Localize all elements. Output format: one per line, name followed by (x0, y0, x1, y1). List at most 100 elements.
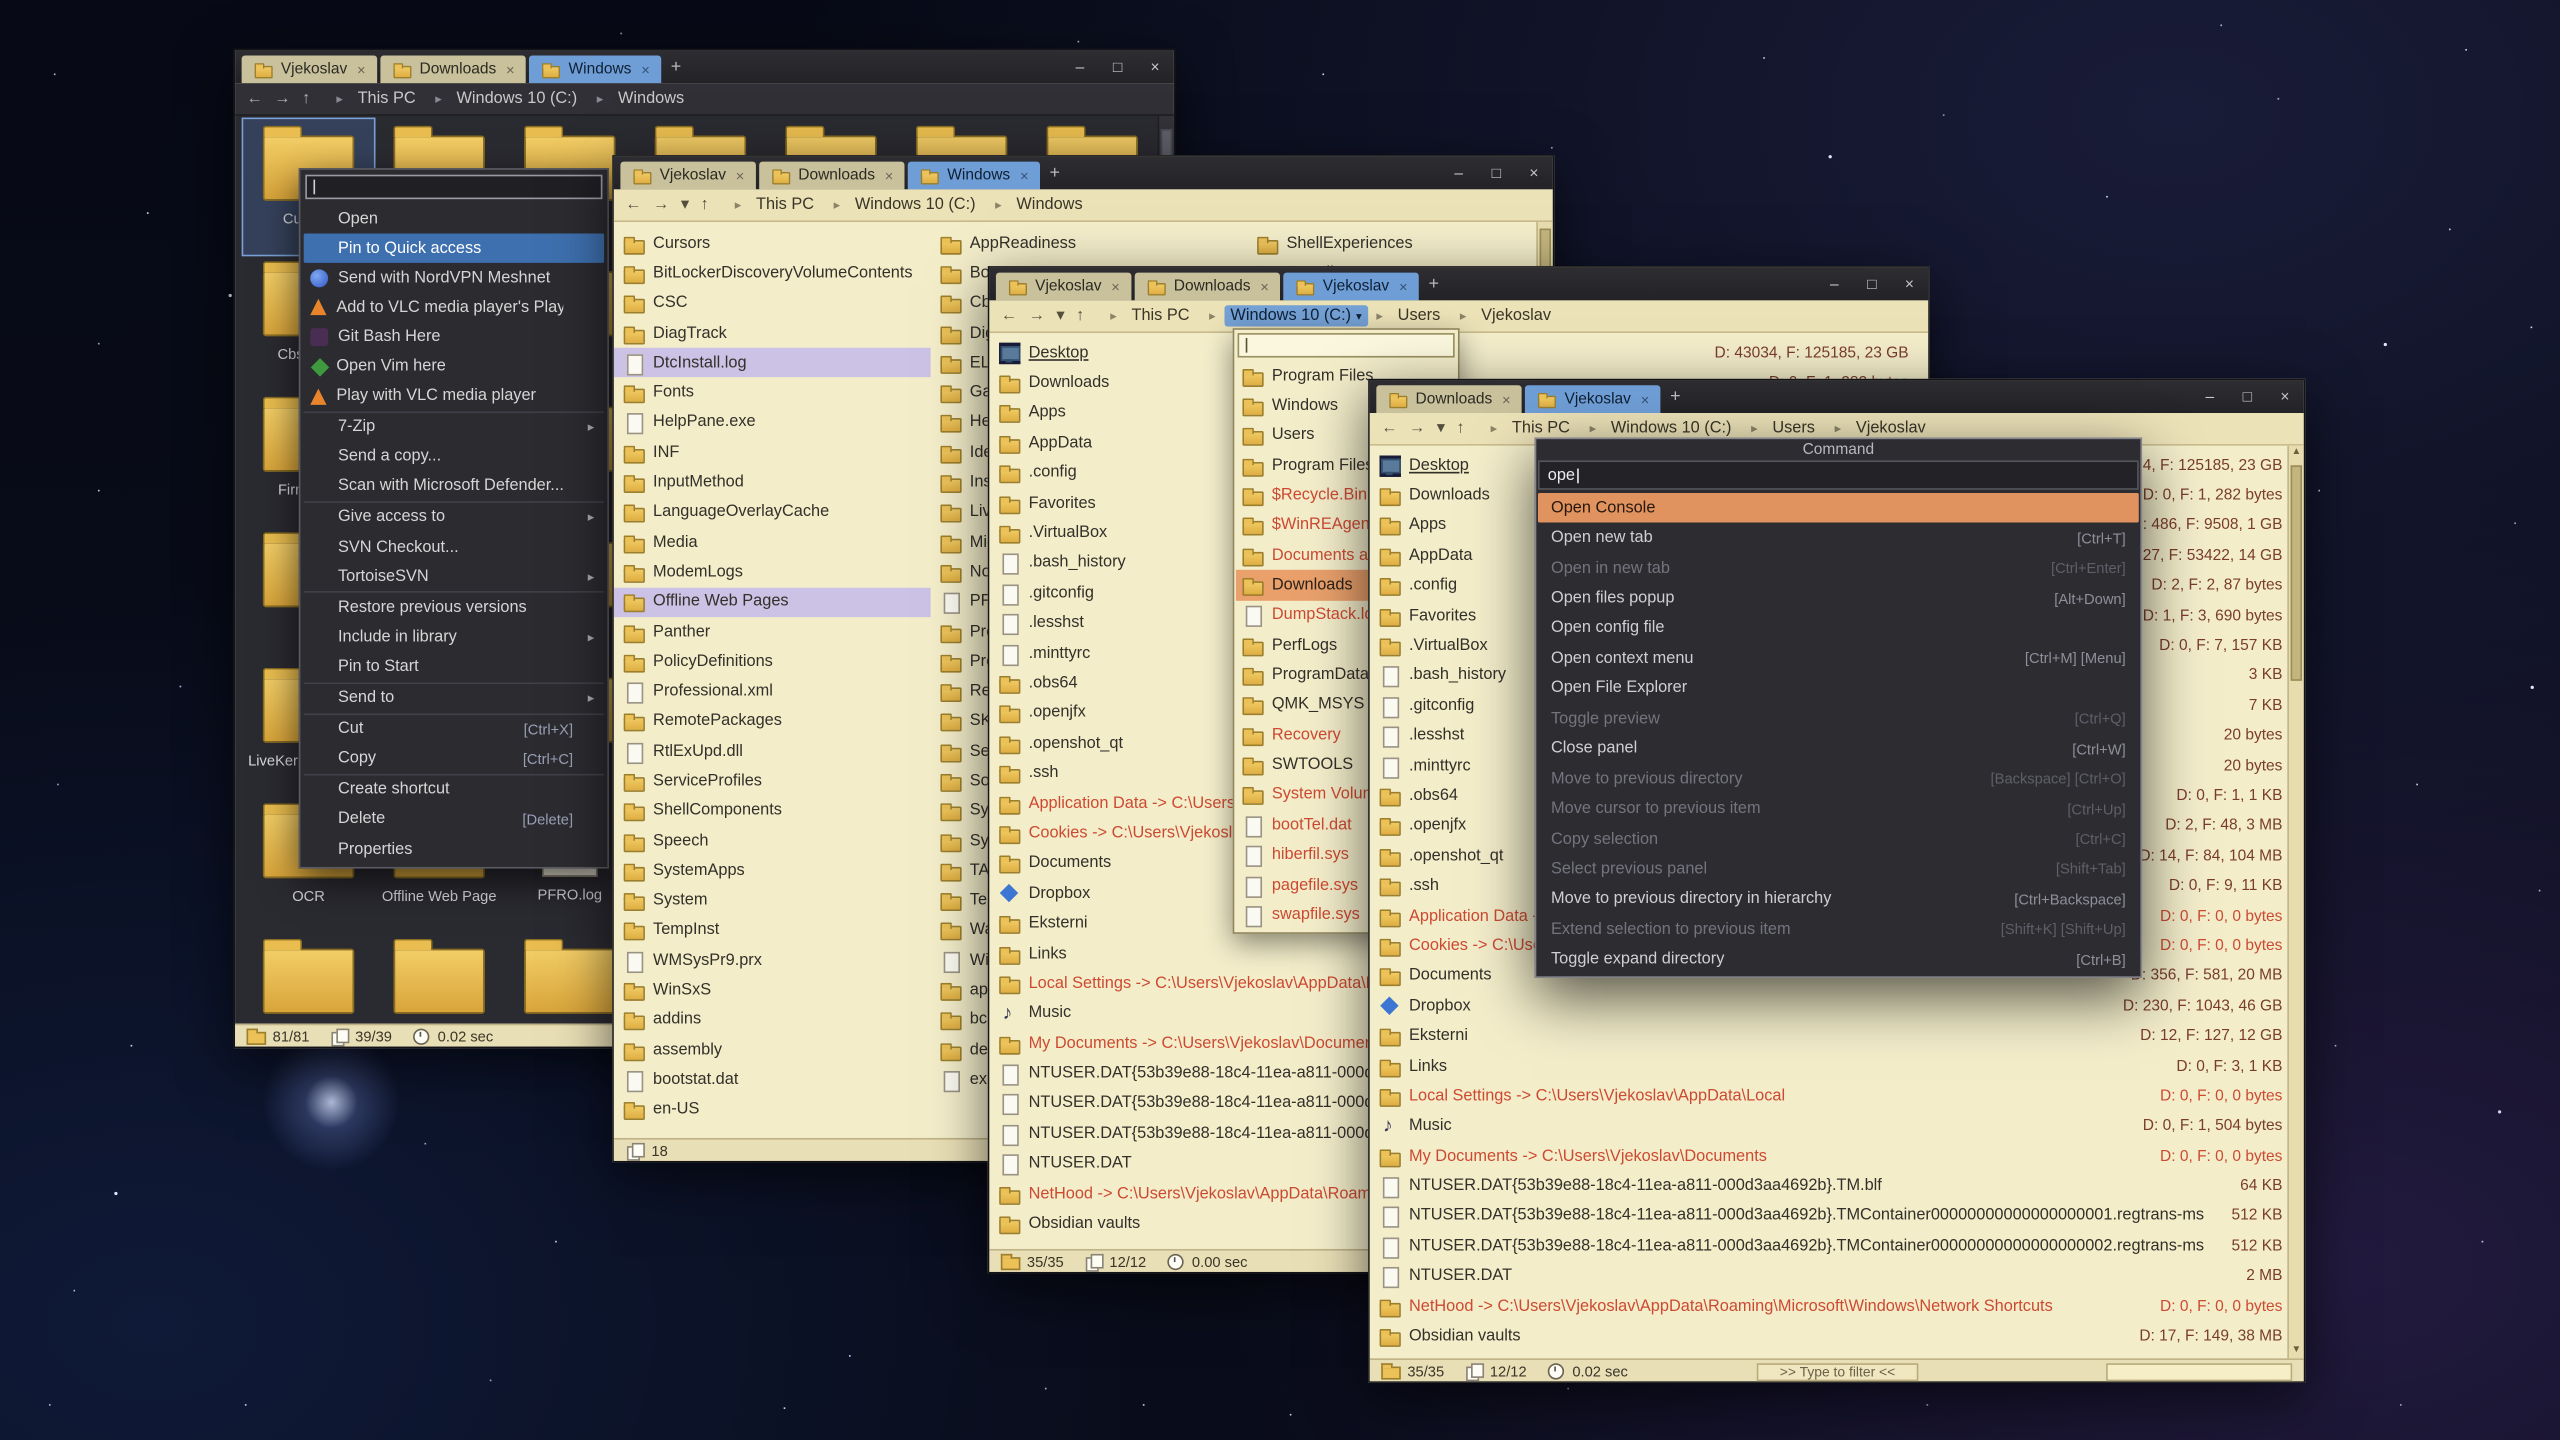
file-row[interactable]: DropboxD: 230, F: 1043, 46 GB (1370, 991, 2304, 1021)
palette-item[interactable]: Toggle expand directory[Ctrl+B] (1538, 945, 2139, 975)
file-row[interactable]: RtlExUpd.dll (614, 736, 931, 766)
menu-item[interactable]: Scan with Microsoft Defender... (304, 472, 604, 502)
menu-item[interactable]: Pin to Quick access (304, 234, 604, 264)
tab-close-icon[interactable]: × (506, 61, 515, 77)
history-icon[interactable]: ▾ (681, 196, 689, 214)
palette-item[interactable]: Open files popup[Alt+Down] (1538, 583, 2139, 613)
maximize-button[interactable]: □ (1478, 157, 1516, 190)
palette-item[interactable]: Select previous panel[Shift+Tab] (1538, 854, 2139, 884)
palette-search-input[interactable]: ope (1538, 460, 2139, 489)
back-icon[interactable]: ← (247, 90, 263, 108)
tab-close-icon[interactable]: × (1502, 391, 1511, 407)
file-row[interactable]: HelpPane.exe (614, 408, 931, 438)
menu-item[interactable]: Restore previous versions (304, 591, 604, 622)
context-menu-filter-input[interactable] (305, 175, 602, 199)
file-row[interactable]: ShellComponents (614, 796, 931, 826)
menu-item[interactable]: Add to VLC media player's Playlist (304, 293, 604, 323)
tab-close-icon[interactable]: × (1020, 167, 1029, 183)
tab[interactable]: Vjekoslav× (1284, 273, 1419, 301)
close-button[interactable]: × (1891, 268, 1929, 301)
tab[interactable]: Downloads× (1376, 385, 1522, 413)
menu-item[interactable]: Copy[Ctrl+C] (304, 744, 604, 774)
menu-item[interactable]: Send a copy... (304, 442, 604, 472)
tab-close-icon[interactable]: × (1641, 391, 1650, 407)
history-icon[interactable]: ▾ (1056, 307, 1064, 325)
file-row[interactable]: WMSysPr9.prx (614, 946, 931, 976)
minimize-button[interactable]: – (1061, 51, 1099, 84)
title-bar[interactable]: Vjekoslav×Downloads×Windows× + – □ × (235, 51, 1174, 84)
file-row[interactable]: Offline Web Pages (614, 587, 931, 617)
menu-item[interactable]: Pin to Start (304, 652, 604, 682)
title-bar[interactable]: Downloads×Vjekoslav× + – □ × (1370, 380, 2304, 413)
file-row[interactable]: assembly (614, 1035, 931, 1065)
palette-item[interactable]: Extend selection to previous item[Shift+… (1538, 914, 2139, 944)
menu-item[interactable]: Create shortcut (304, 774, 604, 805)
file-row[interactable]: BitLockerDiscoveryVolumeContents (614, 258, 931, 288)
back-icon[interactable]: ← (625, 196, 641, 214)
file-row[interactable]: EksterniD: 12, F: 127, 12 GB (1370, 1021, 2304, 1051)
menu-item[interactable]: Send with NordVPN Meshnet (304, 263, 604, 293)
title-bar[interactable]: Vjekoslav×Downloads×Vjekoslav× + – □ × (989, 268, 1928, 301)
popup-filter-input[interactable] (1238, 333, 1455, 357)
palette-item[interactable]: Move cursor to previous item[Ctrl+Up] (1538, 794, 2139, 824)
tab[interactable]: Downloads× (759, 162, 905, 190)
file-row[interactable]: NetHood -> C:\Users\Vjekoslav\AppData\Ro… (1370, 1291, 2304, 1321)
scroll-down-icon[interactable]: ▼ (2289, 1344, 2304, 1359)
menu-item[interactable]: Open (304, 204, 604, 234)
breadcrumb-item[interactable]: Vjekoslav (1475, 305, 1563, 326)
tab[interactable]: Vjekoslav× (242, 56, 377, 84)
tab-close-icon[interactable]: × (1111, 278, 1120, 294)
breadcrumb-item[interactable]: Users (1766, 418, 1827, 439)
file-row[interactable]: MusicD: 0, F: 1, 504 bytes (1370, 1111, 2304, 1141)
breadcrumb-item[interactable]: Windows 10 (C:) (450, 88, 589, 109)
palette-item[interactable]: Toggle preview[Ctrl+Q] (1538, 704, 2139, 734)
close-button[interactable]: × (1136, 51, 1174, 84)
palette-item[interactable]: Open in new tab[Ctrl+Enter] (1538, 553, 2139, 583)
file-row[interactable]: Local Settings -> C:\Users\Vjekoslav\App… (1370, 1081, 2304, 1111)
breadcrumb-item[interactable]: Windows 10 (C:)▾ (1224, 305, 1368, 326)
forward-icon[interactable]: → (653, 196, 669, 214)
up-icon[interactable]: ↑ (1076, 307, 1084, 325)
palette-item[interactable]: Move to previous directory in hierarchy[… (1538, 884, 2139, 914)
file-row[interactable]: Professional.xml (614, 677, 931, 707)
scrollbar[interactable]: ▲ ▼ (2287, 446, 2303, 1359)
maximize-button[interactable]: □ (2229, 380, 2267, 413)
maximize-button[interactable]: □ (1099, 51, 1137, 84)
breadcrumb-item[interactable]: This PC (351, 88, 427, 109)
file-row[interactable]: INF (614, 438, 931, 468)
up-icon[interactable]: ↑ (302, 90, 310, 108)
menu-item[interactable]: Send to▸ (304, 682, 604, 713)
tab[interactable]: Downloads× (1135, 273, 1281, 301)
file-row[interactable]: ShellExperiences (1247, 229, 1552, 259)
file-row[interactable]: My Documents -> C:\Users\Vjekoslav\Docum… (1370, 1141, 2304, 1171)
title-bar[interactable]: Vjekoslav×Downloads×Windows× + – □ × (614, 157, 1553, 190)
palette-item[interactable]: Move to previous directory[Backspace] [C… (1538, 764, 2139, 794)
file-row[interactable]: NTUSER.DAT2 MB (1370, 1261, 2304, 1291)
palette-item[interactable]: Open new tab[Ctrl+T] (1538, 523, 2139, 553)
file-row[interactable]: Fonts (614, 378, 931, 408)
back-icon[interactable]: ← (1001, 307, 1017, 325)
file-row[interactable]: RemotePackages (614, 707, 931, 737)
new-tab-button[interactable]: + (1419, 268, 1448, 301)
tab[interactable]: Vjekoslav× (1525, 385, 1660, 413)
file-row[interactable]: AppReadiness (931, 229, 1248, 259)
palette-item[interactable]: Open context menu[Ctrl+M] [Menu] (1538, 644, 2139, 674)
tab-close-icon[interactable]: × (641, 61, 650, 77)
menu-item[interactable]: Cut[Ctrl+X] (304, 713, 604, 744)
menu-item[interactable]: Git Bash Here (304, 322, 604, 352)
file-row[interactable]: TempInst (614, 916, 931, 946)
file-row[interactable]: ModemLogs (614, 557, 931, 587)
file-row[interactable]: NTUSER.DAT{53b39e88-18c4-11ea-a811-000d3… (1370, 1201, 2304, 1231)
scroll-up-icon[interactable]: ▲ (2289, 446, 2304, 461)
tab-close-icon[interactable]: × (1260, 278, 1269, 294)
file-row[interactable]: LanguageOverlayCache (614, 497, 931, 527)
palette-item[interactable]: Open Console (1538, 493, 2139, 523)
file-row[interactable]: InputMethod (614, 468, 931, 498)
minimize-button[interactable]: – (1816, 268, 1854, 301)
file-row[interactable]: PolicyDefinitions (614, 647, 931, 677)
maximize-button[interactable]: □ (1853, 268, 1891, 301)
menu-item[interactable]: TortoiseSVN▸ (304, 562, 604, 592)
palette-item[interactable]: Close panel[Ctrl+W] (1538, 734, 2139, 764)
file-row[interactable]: ServiceProfiles (614, 766, 931, 796)
tab-close-icon[interactable]: × (1399, 278, 1408, 294)
